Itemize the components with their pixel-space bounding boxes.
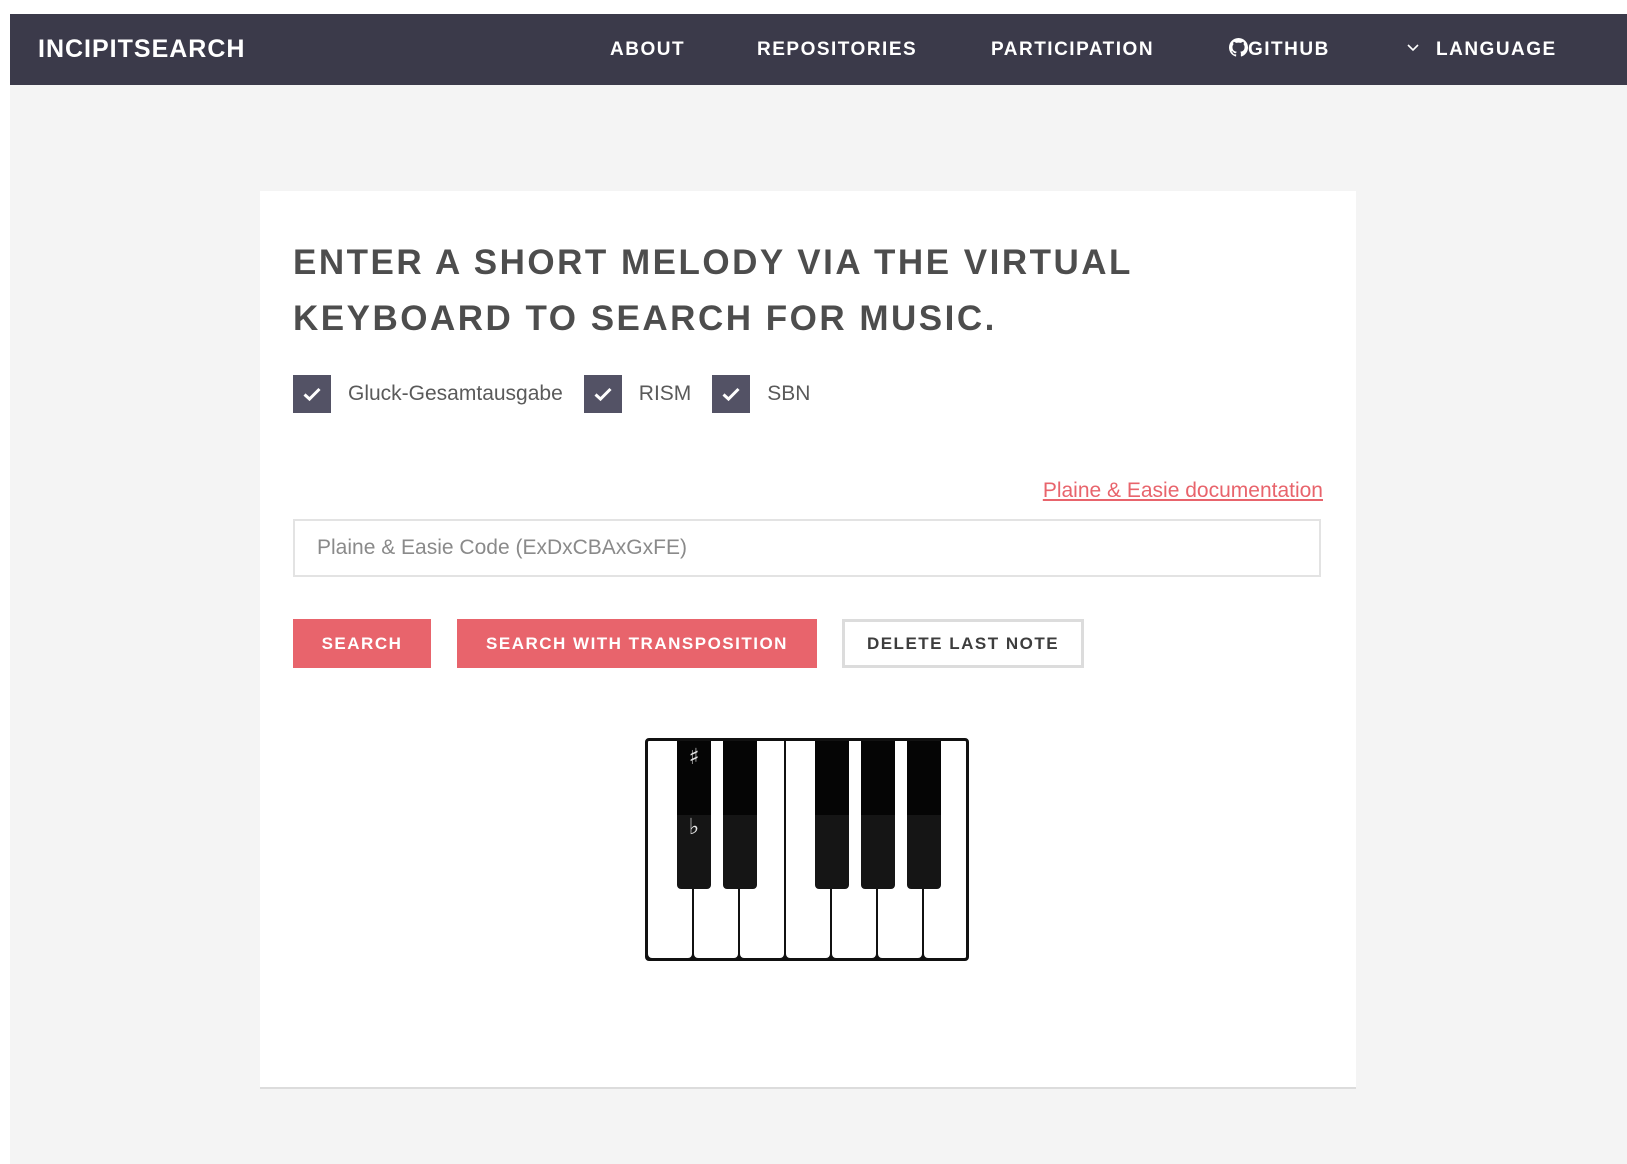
check-icon bbox=[303, 387, 321, 402]
nav-language-dropdown[interactable]: LANGUAGE bbox=[1406, 14, 1557, 85]
nav-participation[interactable]: PARTICIPATION bbox=[991, 14, 1154, 85]
nav-github[interactable]: GITHUB bbox=[1229, 14, 1330, 85]
sharp-zone[interactable] bbox=[861, 741, 895, 815]
filter-gluck[interactable]: Gluck-Gesamtausgabe bbox=[293, 375, 563, 413]
black-key-a-sharp[interactable] bbox=[907, 741, 941, 889]
black-key-c-sharp[interactable]: ♯ ♭ bbox=[677, 741, 711, 889]
nav-language-label: LANGUAGE bbox=[1436, 39, 1557, 60]
checkbox-rism[interactable] bbox=[583, 375, 622, 413]
sharp-zone[interactable] bbox=[907, 741, 941, 815]
black-key-d-sharp[interactable] bbox=[723, 741, 757, 889]
filter-gluck-label: Gluck-Gesamtausgabe bbox=[348, 382, 563, 405]
github-icon bbox=[1229, 38, 1248, 58]
black-key-f-sharp[interactable] bbox=[815, 741, 849, 889]
search-button[interactable]: SEARCH bbox=[293, 619, 431, 668]
plaine-easie-code-input[interactable] bbox=[293, 519, 1321, 577]
black-key-g-sharp[interactable] bbox=[861, 741, 895, 889]
page-frame: INCIPITSEARCH ABOUT REPOSITORIES PARTICI… bbox=[10, 14, 1627, 1164]
search-transposition-button[interactable]: SEARCH WITH TRANSPOSITION bbox=[457, 619, 817, 668]
flat-zone[interactable] bbox=[861, 815, 895, 889]
repository-filters: Gluck-Gesamtausgabe RISM SBN bbox=[293, 375, 831, 413]
filter-rism[interactable]: RISM bbox=[583, 375, 692, 413]
search-card: ENTER A SHORT MELODY VIA THE VIRTUAL KEY… bbox=[260, 191, 1356, 1089]
nav-about[interactable]: ABOUT bbox=[610, 14, 685, 85]
checkbox-sbn[interactable] bbox=[712, 375, 751, 413]
nav-github-label: GITHUB bbox=[1248, 39, 1330, 60]
nav-repositories[interactable]: REPOSITORIES bbox=[757, 14, 917, 85]
page-title: ENTER A SHORT MELODY VIA THE VIRTUAL KEY… bbox=[293, 243, 1133, 338]
flat-zone[interactable] bbox=[815, 815, 849, 889]
filter-sbn-label: SBN bbox=[767, 382, 811, 405]
top-navbar: INCIPITSEARCH ABOUT REPOSITORIES PARTICI… bbox=[10, 14, 1627, 85]
sharp-zone[interactable] bbox=[815, 741, 849, 815]
check-icon bbox=[594, 387, 612, 402]
flat-icon: ♭ bbox=[688, 815, 700, 840]
plaine-easie-doc-link[interactable]: Plaine & Easie documentation bbox=[1043, 479, 1323, 503]
flat-zone[interactable] bbox=[723, 815, 757, 889]
filter-sbn[interactable]: SBN bbox=[712, 375, 810, 413]
flat-zone[interactable] bbox=[907, 815, 941, 889]
virtual-keyboard: ♯ ♭ bbox=[645, 738, 969, 961]
chevron-down-icon bbox=[1407, 44, 1419, 52]
sharp-zone[interactable] bbox=[723, 741, 757, 815]
sharp-icon: ♯ bbox=[688, 745, 700, 770]
checkbox-gluck[interactable] bbox=[293, 375, 331, 413]
delete-last-note-button[interactable]: DELETE LAST NOTE bbox=[842, 619, 1084, 668]
check-icon bbox=[722, 387, 740, 402]
filter-rism-label: RISM bbox=[638, 382, 692, 405]
brand-logo[interactable]: INCIPITSEARCH bbox=[38, 14, 245, 85]
